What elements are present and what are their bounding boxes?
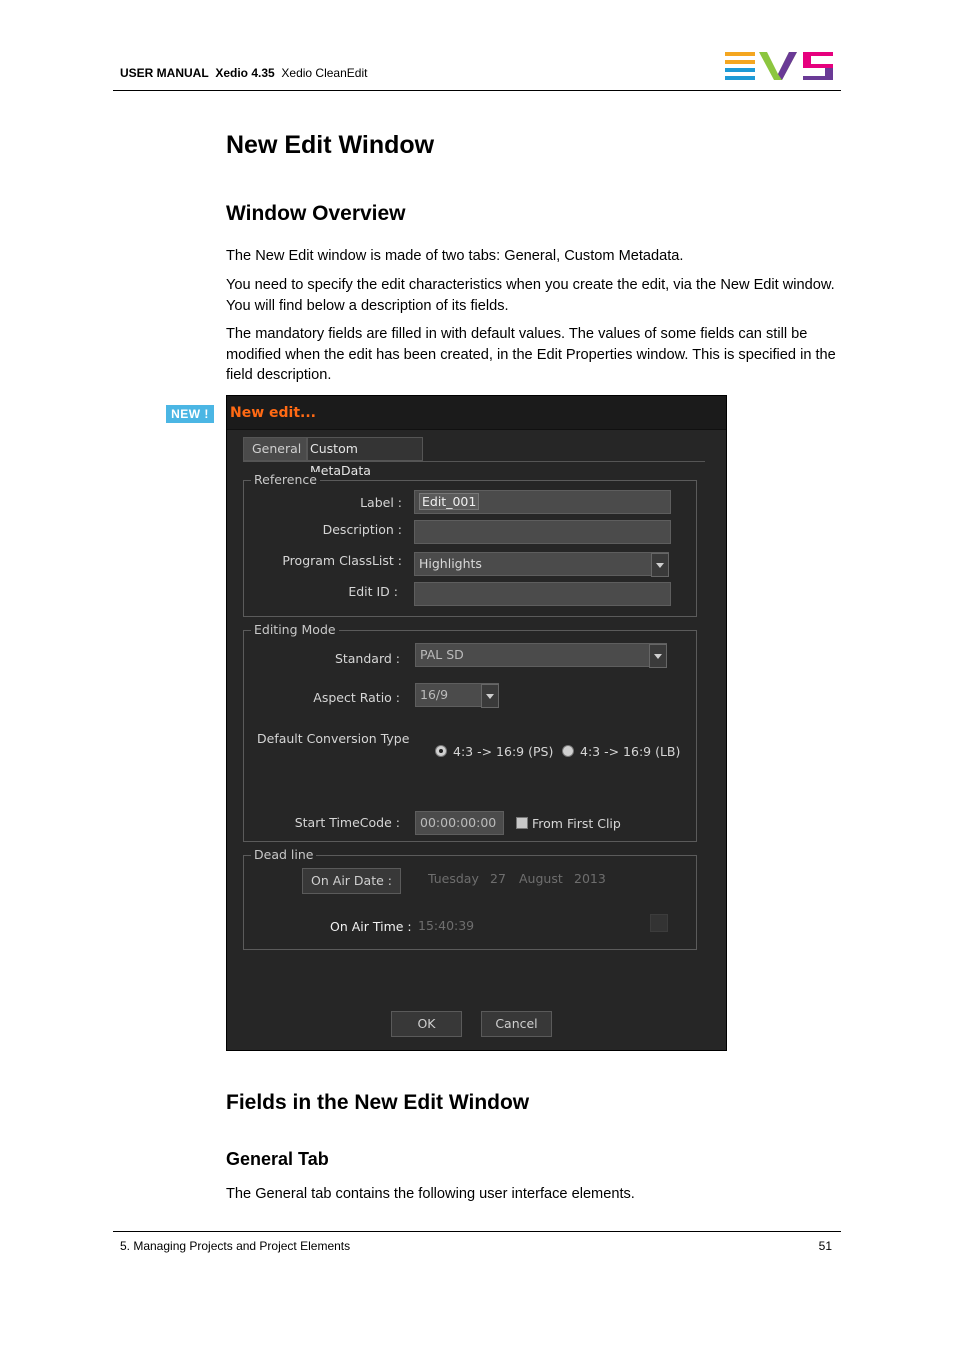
new-badge: NEW ! (166, 405, 214, 423)
page-footer: 5. Managing Projects and Project Element… (113, 1231, 841, 1253)
header-product: Xedio 4.35 (215, 66, 275, 80)
edit-id-input[interactable] (414, 582, 671, 606)
standard-label: Standard : (334, 651, 400, 666)
dialog-title: New edit... (230, 405, 316, 421)
start-timecode-input[interactable]: 00:00:00:00 (415, 811, 504, 835)
paragraph-general-tab: The General tab contains the following u… (226, 1186, 635, 1202)
paragraph-mandatory: The mandatory fields are filled in with … (226, 326, 836, 383)
dialog-titlebar: New edit... (227, 396, 726, 430)
evs-logo (725, 52, 833, 80)
description-label: Description : (322, 522, 402, 537)
deadline-group-title: Dead line (251, 847, 317, 862)
section-heading-general-tab: General Tab (226, 1149, 329, 1169)
section-heading-fields: Fields in the New Edit Window (226, 1091, 530, 1114)
label-field-label: Label : (360, 495, 402, 510)
label-input[interactable]: Edit_001 (414, 490, 671, 514)
editing-mode-group: Editing Mode Standard : PAL SD Aspect Ra… (243, 622, 697, 842)
radio-lb-label: 4:3 -> 16:9 (LB) (580, 744, 681, 759)
editing-mode-group-title: Editing Mode (251, 622, 339, 637)
paragraph-tabs: The New Edit window is made of two tabs:… (226, 248, 684, 264)
footer-chapter: 5. Managing Projects and Project Element… (120, 1239, 351, 1253)
page-number: 51 (818, 1239, 832, 1253)
description-input[interactable] (414, 520, 671, 544)
page-header: USER MANUAL Xedio 4.35 Xedio CleanEdit (113, 50, 841, 91)
standard-value: PAL SD (420, 647, 464, 662)
header-text: USER MANUAL Xedio 4.35 Xedio CleanEdit (120, 66, 367, 80)
edit-id-label: Edit ID : (348, 584, 398, 599)
deadline-day-name: Tuesday (428, 871, 479, 886)
radio-lb[interactable] (562, 745, 574, 757)
page-title: New Edit Window (226, 131, 435, 159)
chevron-down-icon[interactable] (481, 684, 499, 708)
chevron-down-icon[interactable] (651, 553, 669, 577)
tab-custom-metadata[interactable]: Custom MetaData (307, 437, 423, 478)
standard-select[interactable]: PAL SD (415, 643, 667, 668)
tab-general[interactable]: General (243, 437, 307, 461)
on-air-time-value: 15:40:39 (418, 918, 475, 933)
aspect-ratio-value: 16/9 (420, 687, 449, 702)
from-first-clip-checkbox[interactable] (516, 817, 528, 829)
time-picker-icon[interactable] (650, 914, 668, 932)
deadline-month: August (519, 871, 563, 886)
program-classlist-label: Program ClassList : (282, 553, 402, 568)
aspect-ratio-label: Aspect Ratio : (313, 690, 400, 705)
radio-ps-label: 4:3 -> 16:9 (PS) (453, 744, 554, 759)
reference-group: Reference Label : Edit_001 Description :… (243, 472, 697, 617)
program-classlist-select[interactable]: Highlights (414, 552, 669, 577)
header-module: Xedio CleanEdit (281, 66, 368, 80)
conversion-type-label: Default Conversion Type (257, 731, 410, 746)
deadline-year: 2013 (574, 871, 606, 886)
aspect-ratio-select[interactable]: 16/9 (415, 683, 499, 708)
label-input-value: Edit_001 (419, 493, 480, 510)
radio-ps[interactable] (435, 745, 447, 757)
tab-divider (243, 461, 705, 462)
program-classlist-value: Highlights (419, 556, 482, 571)
ok-button[interactable]: OK (391, 1011, 462, 1037)
reference-group-title: Reference (251, 472, 320, 487)
new-edit-dialog: New edit... General Custom MetaData Refe… (226, 395, 727, 1051)
start-timecode-label: Start TimeCode : (294, 815, 400, 830)
chevron-down-icon[interactable] (649, 644, 667, 668)
deadline-day: 27 (490, 871, 506, 886)
header-manual: USER MANUAL (120, 66, 209, 80)
section-heading-window-overview: Window Overview (226, 202, 406, 225)
deadline-group: Dead line On Air Date : Tuesday 27 Augus… (243, 847, 697, 950)
cancel-button[interactable]: Cancel (481, 1011, 552, 1037)
on-air-date-button[interactable]: On Air Date : (302, 868, 401, 894)
from-first-clip-label: From First Clip (532, 816, 621, 831)
paragraph-specify: You need to specify the edit characteris… (226, 277, 835, 314)
on-air-time-label: On Air Time : (330, 919, 412, 934)
